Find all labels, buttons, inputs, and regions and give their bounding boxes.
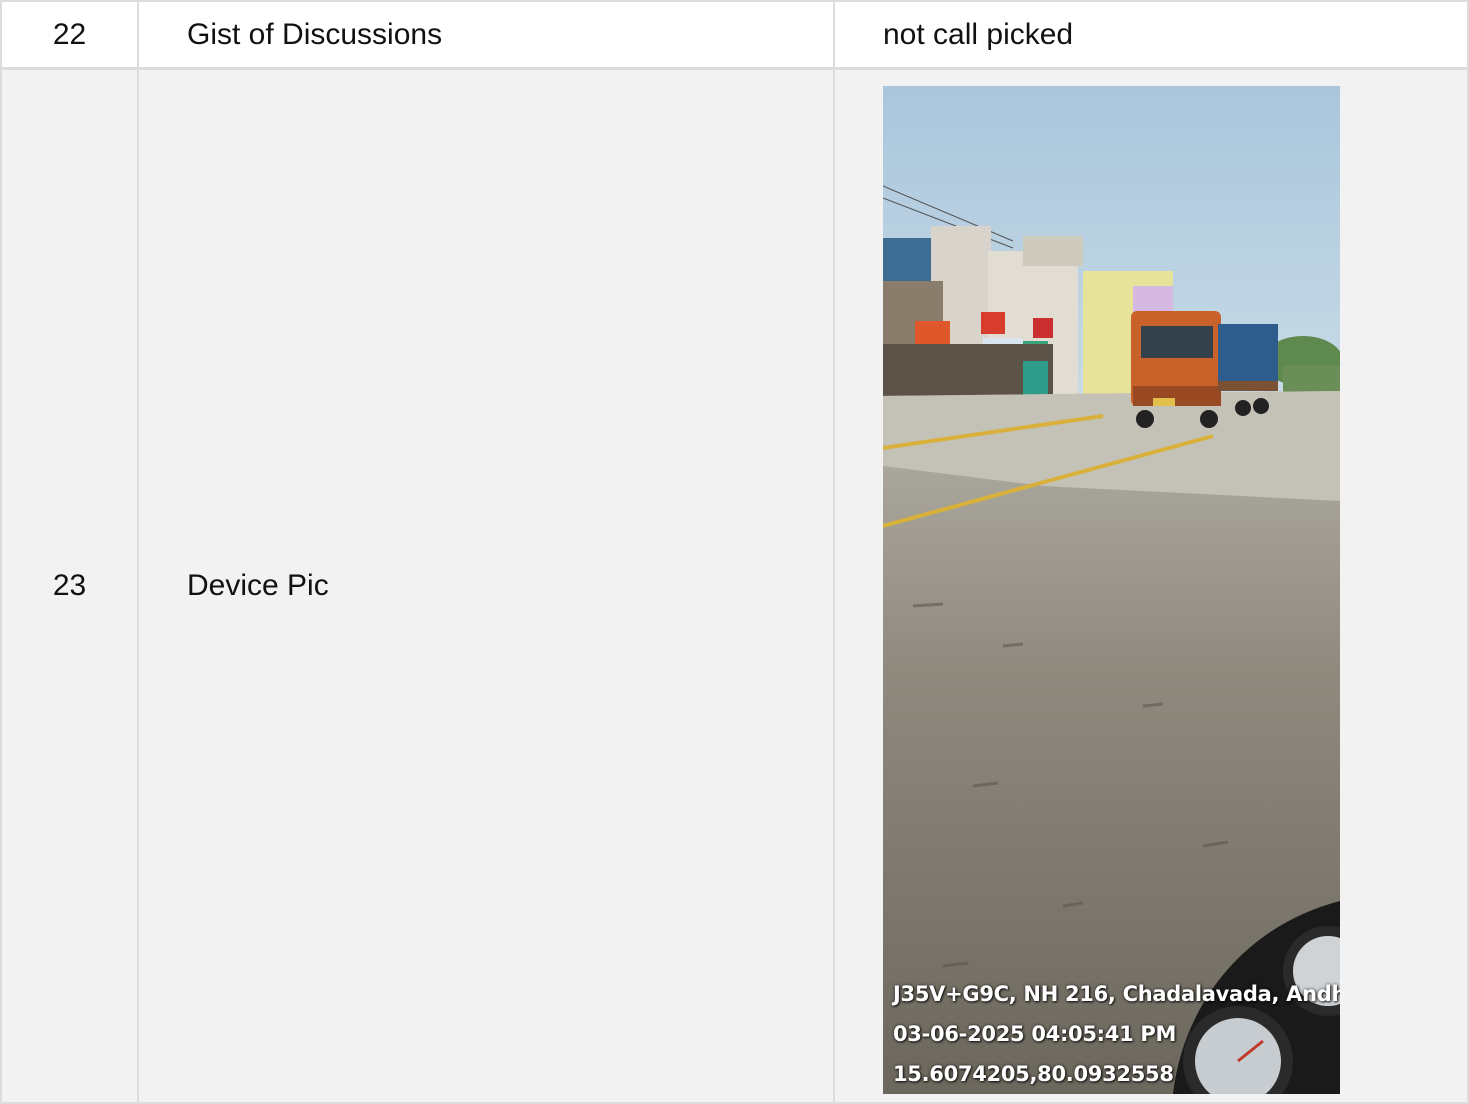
details-table: 22 Gist of Discussions not call picked 2… — [0, 0, 1469, 1104]
photo-location-text: J35V+G9C, NH 216, Chadalavada, Andhra Pr… — [893, 982, 1340, 1006]
row-value: not call picked — [833, 0, 1469, 69]
row-number: 23 — [0, 68, 139, 1104]
photo-timestamp-text: 03-06-2025 04:05:41 PM — [893, 1022, 1177, 1046]
row-label: Gist of Discussions — [137, 0, 835, 69]
device-photo[interactable]: J35V+G9C, NH 216, Chadalavada, Andhra Pr… — [883, 86, 1340, 1094]
table-row: 23 Device Pic J35V+G9C, NH 216, Chadalav… — [0, 68, 1469, 1104]
table-row: 22 Gist of Discussions not call picked — [0, 0, 1469, 69]
row-label: Device Pic — [137, 68, 835, 1104]
street-scene-image — [883, 86, 1340, 1094]
row-number: 22 — [0, 0, 139, 69]
row-value: J35V+G9C, NH 216, Chadalavada, Andhra Pr… — [833, 68, 1469, 1104]
photo-coordinates-text: 15.6074205,80.0932558 — [893, 1062, 1174, 1086]
